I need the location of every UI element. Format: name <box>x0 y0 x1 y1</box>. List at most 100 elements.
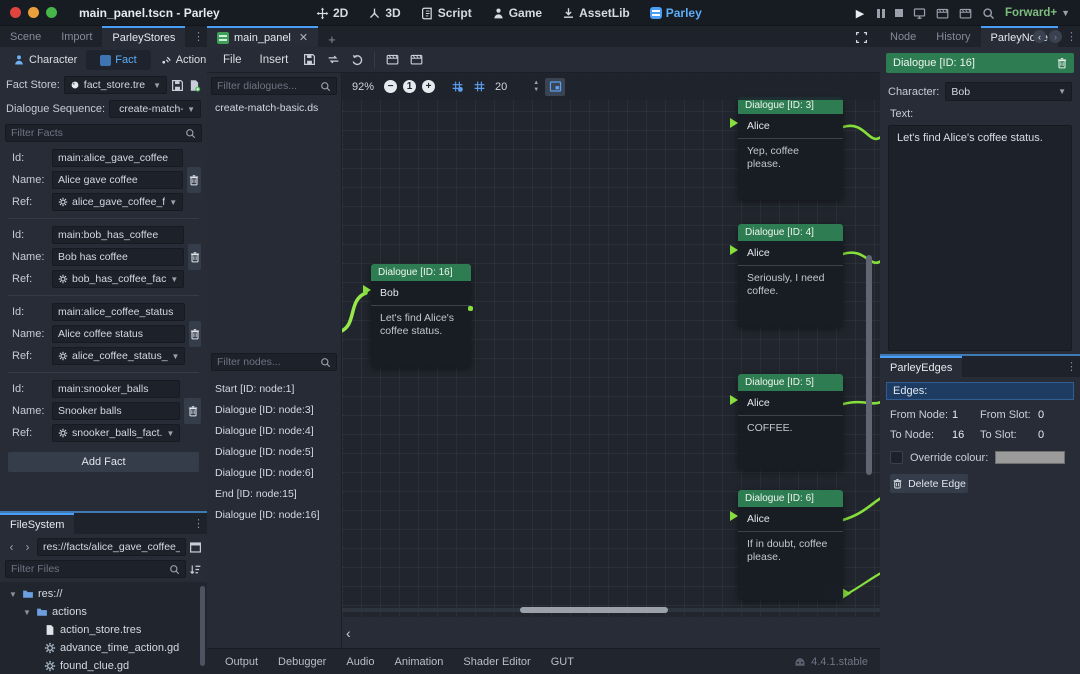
trash-icon[interactable] <box>1056 57 1068 69</box>
input-port[interactable] <box>730 511 738 521</box>
fact-ref-dropdown[interactable]: snooker_balls_fact.▼ <box>52 424 180 442</box>
input-port[interactable] <box>730 118 738 128</box>
snap-toggle-icon[interactable] <box>449 79 465 95</box>
menu-insert[interactable]: Insert <box>252 54 297 66</box>
override-colour-checkbox[interactable] <box>890 451 903 464</box>
dialogue-file-item[interactable]: create-match-basic.ds <box>207 99 341 117</box>
stop-button[interactable] <box>895 9 903 17</box>
tab-parleyedges[interactable]: ParleyEdges <box>880 356 962 377</box>
input-port[interactable] <box>730 245 738 255</box>
bottom-panel-audio[interactable]: Audio <box>336 656 384 668</box>
expand-panel-icon[interactable] <box>855 31 868 44</box>
test-dialogue-from-node-icon[interactable] <box>405 50 427 70</box>
dialogue-text-area[interactable]: Let's find Alice's coffee status. <box>888 125 1072 351</box>
minimize-window-button[interactable] <box>28 7 39 18</box>
split-mode-icon[interactable] <box>189 541 202 554</box>
delete-fact-button[interactable] <box>188 244 201 270</box>
close-tab-icon[interactable]: ✕ <box>299 31 308 44</box>
node-list-item[interactable]: Dialogue [ID: node:3] <box>207 400 341 421</box>
filter-dialogues-input[interactable] <box>211 77 337 95</box>
tab-parleystores[interactable]: ParleyStores <box>102 26 185 47</box>
tab-script[interactable]: Script <box>413 0 480 26</box>
grid-toggle-icon[interactable] <box>471 79 487 95</box>
fact-ref-dropdown[interactable]: alice_gave_coffee_f▼ <box>52 193 183 211</box>
fact-store-dropdown[interactable]: fact_store.tre▼ <box>64 76 167 94</box>
tab-parley[interactable]: Parley <box>642 0 710 26</box>
tab-node[interactable]: Node <box>880 26 926 47</box>
movie-maker-button[interactable] <box>982 7 995 20</box>
tab-3d[interactable]: 3D <box>360 0 408 26</box>
minimap-toggle-icon[interactable] <box>545 78 565 96</box>
graph-node-dialogue-3[interactable]: Dialogue [ID: 3] Alice Yep, coffee pleas… <box>738 97 843 200</box>
fact-name-input[interactable] <box>52 248 184 266</box>
node-list-item[interactable]: Dialogue [ID: node:4] <box>207 421 341 442</box>
filetree-scrollbar[interactable] <box>200 586 205 666</box>
character-mode-button[interactable]: Character <box>6 52 84 68</box>
tab-2d[interactable]: 2D <box>308 0 356 26</box>
graph-vertical-scrollbar[interactable] <box>866 255 872 475</box>
prev-tab-button[interactable]: ‹ <box>1033 30 1046 43</box>
history-back-button[interactable]: ‹ <box>5 540 18 554</box>
edges-header[interactable]: Edges: <box>886 382 1074 400</box>
fact-mode-button[interactable]: Fact <box>86 50 150 70</box>
graph-horizontal-scrollbar[interactable] <box>520 607 668 613</box>
bottom-panel-animation[interactable]: Animation <box>385 656 454 668</box>
fact-id-input[interactable] <box>52 380 180 398</box>
test-dialogue-icon[interactable] <box>381 50 403 70</box>
maximize-window-button[interactable] <box>46 7 57 18</box>
dialogue-sequence-dropdown[interactable]: create-match-▼ <box>109 100 201 118</box>
undo-icon[interactable] <box>346 50 368 70</box>
bottom-panel-output[interactable]: Output <box>215 656 268 668</box>
save-store-button[interactable] <box>171 79 184 92</box>
tree-item-file[interactable]: advance_time_action.gd <box>0 639 207 657</box>
node-list-item[interactable]: Dialogue [ID: node:6] <box>207 463 341 484</box>
play-scene-button[interactable] <box>936 7 949 20</box>
tab-import[interactable]: Import <box>51 26 102 47</box>
bottom-panel-gut[interactable]: GUT <box>541 656 584 668</box>
snap-distance-value[interactable]: 20 <box>495 81 507 93</box>
filter-nodes-input[interactable] <box>211 353 337 371</box>
zoom-in-button[interactable]: + <box>422 80 435 93</box>
renderer-selector[interactable]: Forward+▼ <box>1005 7 1070 19</box>
fact-id-input[interactable] <box>52 226 184 244</box>
collapse-sidebar-icon[interactable]: ‹ <box>346 625 351 641</box>
bottom-panel-debugger[interactable]: Debugger <box>268 656 336 668</box>
menu-file[interactable]: File <box>215 54 250 66</box>
filter-facts-input[interactable] <box>5 124 202 142</box>
node-list-item[interactable]: Dialogue [ID: node:5] <box>207 442 341 463</box>
add-fact-button[interactable]: Add Fact <box>8 452 199 472</box>
play-custom-scene-button[interactable] <box>959 7 972 20</box>
dock-menu-icon[interactable]: ⋮ <box>1066 30 1076 43</box>
delete-fact-button[interactable] <box>187 167 201 193</box>
fact-id-input[interactable] <box>52 303 185 321</box>
fact-name-input[interactable] <box>52 325 185 343</box>
tab-filesystem[interactable]: FileSystem <box>0 513 74 534</box>
dock-menu-icon[interactable]: ⋮ <box>193 30 203 43</box>
node-list-item[interactable]: Dialogue [ID: node:16] <box>207 505 341 526</box>
node-list-item[interactable]: End [ID: node:15] <box>207 484 341 505</box>
fact-id-input[interactable] <box>52 149 183 167</box>
bottom-panel-shader-editor[interactable]: Shader Editor <box>453 656 540 668</box>
tab-main-panel[interactable]: main_panel ✕ <box>207 26 318 47</box>
input-port[interactable] <box>730 395 738 405</box>
snap-spinner[interactable]: ▲▼ <box>533 80 539 93</box>
zoom-out-button[interactable]: − <box>384 80 397 93</box>
tree-item-file[interactable]: action_store.tres <box>0 621 207 639</box>
new-store-button[interactable] <box>188 79 201 92</box>
action-mode-button[interactable]: Action <box>153 52 214 68</box>
play-button[interactable]: ▶ <box>853 7 867 20</box>
graph-node-dialogue-5[interactable]: Dialogue [ID: 5] Alice COFFEE. <box>738 374 843 470</box>
colour-swatch[interactable] <box>995 451 1065 464</box>
dock-menu-icon[interactable]: ⋮ <box>1066 360 1076 373</box>
delete-edge-button[interactable]: Delete Edge <box>890 474 968 493</box>
graph-node-dialogue-4[interactable]: Dialogue [ID: 4] Alice Seriously, I need… <box>738 224 843 327</box>
graph-node-dialogue-6[interactable]: Dialogue [ID: 6] Alice If in doubt, coff… <box>738 490 843 600</box>
fact-name-input[interactable] <box>52 402 180 420</box>
save-icon[interactable] <box>298 50 320 70</box>
expander-icon[interactable]: ▼ <box>22 608 32 617</box>
tree-item-actions[interactable]: ▼actions <box>0 603 207 621</box>
input-port[interactable] <box>363 285 371 295</box>
output-port[interactable] <box>468 306 473 311</box>
graph-node-dialogue-16[interactable]: Dialogue [ID: 16] Bob Let's find Alice's… <box>371 264 471 367</box>
remote-debug-button[interactable] <box>913 7 926 20</box>
